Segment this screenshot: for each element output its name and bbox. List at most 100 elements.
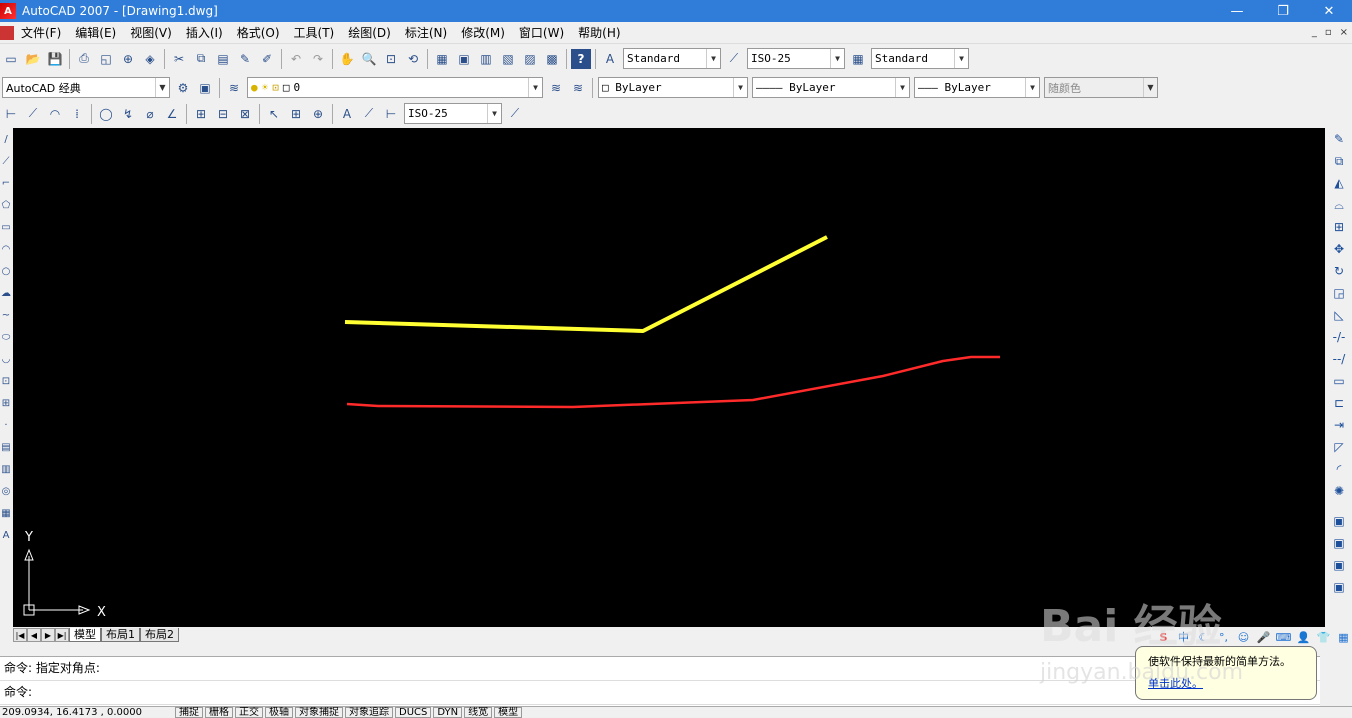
dim-style-select[interactable]: ISO-25 ▼: [747, 48, 845, 69]
chevron-down-icon[interactable]: ▼: [895, 78, 909, 97]
break-at-point-icon[interactable]: ▭: [1328, 370, 1350, 392]
menu-view[interactable]: 视图(V): [123, 24, 179, 41]
menu-file[interactable]: 文件(F): [14, 24, 68, 41]
grid-icon[interactable]: ▦: [1335, 629, 1352, 646]
move-icon[interactable]: ✥: [1328, 238, 1350, 260]
offset-icon[interactable]: ⌓: [1328, 194, 1350, 216]
rotate-icon[interactable]: ↻: [1328, 260, 1350, 282]
pan-icon[interactable]: ✋: [337, 49, 357, 69]
text-style-select[interactable]: Standard ▼: [623, 48, 721, 69]
drawing-canvas[interactable]: Y X: [13, 128, 1325, 627]
mdi-restore-button[interactable]: ▫: [1325, 27, 1332, 38]
block-editor-icon[interactable]: ✐: [257, 49, 277, 69]
mdi-minimize-button[interactable]: _: [1312, 27, 1317, 38]
table-icon[interactable]: ▦: [0, 502, 12, 524]
chamfer-icon[interactable]: ◸: [1328, 436, 1350, 458]
chevron-down-icon[interactable]: ▼: [487, 104, 501, 123]
draw-order-under-icon[interactable]: ▣: [1328, 576, 1350, 598]
minimize-button[interactable]: —: [1214, 0, 1260, 22]
aligned-dim-icon[interactable]: ⟋: [23, 104, 43, 124]
region-icon[interactable]: ◎: [0, 480, 12, 502]
make-block-icon[interactable]: ⊞: [0, 392, 12, 414]
redo-icon[interactable]: ↷: [308, 49, 328, 69]
menu-tools[interactable]: 工具(T): [287, 24, 342, 41]
revcloud-icon[interactable]: ☁: [0, 282, 12, 304]
ellipse-arc-icon[interactable]: ◡: [0, 348, 12, 370]
paste-icon[interactable]: ▤: [213, 49, 233, 69]
rectangle-icon[interactable]: ▭: [0, 216, 12, 238]
dyn-button[interactable]: DYN: [433, 707, 463, 718]
match-properties-icon[interactable]: ✎: [235, 49, 255, 69]
input-chinese-icon[interactable]: 中: [1175, 629, 1192, 646]
dim-text-edit-icon[interactable]: ⟋: [359, 104, 379, 124]
sheet-set-icon[interactable]: ▧: [498, 49, 518, 69]
table-style-select[interactable]: Standard ▼: [871, 48, 969, 69]
tool-palettes-icon[interactable]: ▥: [476, 49, 496, 69]
mtext-icon[interactable]: A: [0, 524, 12, 546]
make-current-layer-icon[interactable]: ≋: [568, 78, 588, 98]
draw-order-front-icon[interactable]: ▣: [1328, 510, 1350, 532]
construction-line-icon[interactable]: ⟋: [0, 150, 12, 172]
workspace-select[interactable]: AutoCAD 经典 ▼: [2, 77, 170, 98]
mdi-close-button[interactable]: ×: [1340, 27, 1348, 38]
notification-link[interactable]: 单击此处。: [1148, 675, 1304, 691]
workspace-save-icon[interactable]: ▣: [195, 78, 215, 98]
gradient-icon[interactable]: ▥: [0, 458, 12, 480]
center-mark-icon[interactable]: ⊕: [308, 104, 328, 124]
properties-icon[interactable]: ▦: [432, 49, 452, 69]
mirror-icon[interactable]: ◭: [1328, 172, 1350, 194]
grid-button[interactable]: 栅格: [205, 707, 233, 718]
markup-icon[interactable]: ▨: [520, 49, 540, 69]
erase-icon[interactable]: ✎: [1328, 128, 1350, 150]
menu-insert[interactable]: 插入(I): [179, 24, 230, 41]
otrack-button[interactable]: 对象追踪: [345, 707, 393, 718]
zoom-previous-icon[interactable]: ⟲: [403, 49, 423, 69]
zoom-window-icon[interactable]: ⊡: [381, 49, 401, 69]
yellow-polyline[interactable]: [344, 235, 828, 333]
copy-icon[interactable]: ⧉: [191, 49, 211, 69]
workspace-settings-icon[interactable]: ⚙: [173, 78, 193, 98]
new-file-icon[interactable]: ▭: [1, 49, 21, 69]
publish-icon[interactable]: ⊕: [118, 49, 138, 69]
ellipse-icon[interactable]: ⬭: [0, 326, 12, 348]
document-icon[interactable]: [0, 25, 14, 40]
chevron-down-icon[interactable]: ▼: [528, 78, 542, 97]
3d-dwf-icon[interactable]: ◈: [140, 49, 160, 69]
undo-icon[interactable]: ↶: [286, 49, 306, 69]
chevron-down-icon[interactable]: ▼: [706, 49, 720, 68]
ducs-button[interactable]: DUCS: [395, 707, 432, 718]
save-icon[interactable]: 💾: [45, 49, 65, 69]
red-polyline[interactable]: [346, 355, 1000, 409]
spline-icon[interactable]: ~: [0, 304, 12, 326]
command-prompt[interactable]: 命令:: [0, 681, 1320, 705]
emoji-icon[interactable]: ☺: [1235, 629, 1252, 646]
chevron-down-icon[interactable]: ▼: [733, 78, 747, 97]
dim-update-icon[interactable]: ⊢: [381, 104, 401, 124]
fillet-icon[interactable]: ◜: [1328, 458, 1350, 480]
arc-length-icon[interactable]: ◠: [45, 104, 65, 124]
quick-dim-icon[interactable]: ⊞: [191, 104, 211, 124]
lineweight-button[interactable]: 线宽: [464, 707, 493, 718]
cut-icon[interactable]: ✂: [169, 49, 189, 69]
osnap-button[interactable]: 对象捕捉: [295, 707, 343, 718]
polyline-group[interactable]: [344, 235, 1000, 409]
polar-button[interactable]: 极轴: [265, 707, 293, 718]
color-select[interactable]: □ ByLayer ▼: [598, 77, 748, 98]
scale-icon[interactable]: ◲: [1328, 282, 1350, 304]
hatch-icon[interactable]: ▤: [0, 436, 12, 458]
prev-tab-button[interactable]: ◀: [27, 628, 41, 642]
menu-draw[interactable]: 绘图(D): [341, 24, 398, 41]
extend-icon[interactable]: --/: [1328, 348, 1350, 370]
dim-edit-icon[interactable]: A: [337, 104, 357, 124]
ortho-button[interactable]: 正交: [235, 707, 263, 718]
join-icon[interactable]: ⇥: [1328, 414, 1350, 436]
stretch-icon[interactable]: ◺: [1328, 304, 1350, 326]
explode-icon[interactable]: ✺: [1328, 480, 1350, 502]
tab-layout2[interactable]: 布局2: [140, 628, 179, 642]
punctuation-icon[interactable]: °,: [1215, 629, 1232, 646]
help-icon[interactable]: ?: [571, 48, 591, 69]
layer-manager-icon[interactable]: ≋: [224, 78, 244, 98]
shirt-icon[interactable]: 👕: [1315, 629, 1332, 646]
circle-icon[interactable]: ○: [0, 260, 12, 282]
linear-dim-icon[interactable]: ⊢: [1, 104, 21, 124]
